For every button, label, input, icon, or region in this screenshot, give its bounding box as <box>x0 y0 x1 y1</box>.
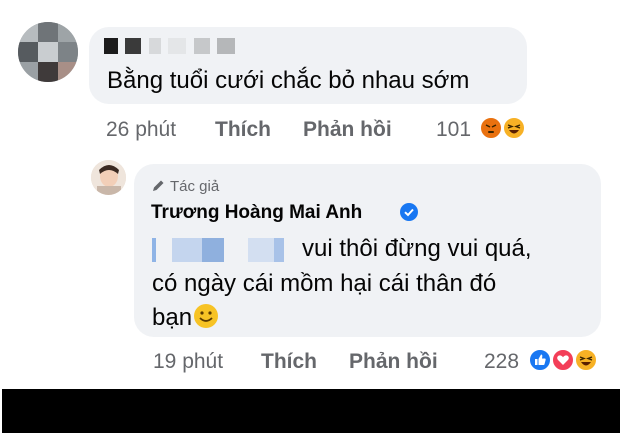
reply-timestamp[interactable]: 19 phút <box>153 350 223 373</box>
author-badge-label: Tác giả <box>170 178 220 195</box>
black-bottom-bar <box>2 389 620 433</box>
redacted-commenter-name[interactable] <box>104 38 238 56</box>
verified-badge-icon <box>400 203 418 221</box>
reply-line-3-text: bạn <box>152 303 193 331</box>
like-reaction-icon[interactable] <box>528 348 552 372</box>
reply-line-1-text: vui thôi đừng vui quá, <box>302 235 532 262</box>
redacted-mention[interactable] <box>152 233 302 267</box>
reply-button[interactable]: Phản hồi <box>303 117 392 143</box>
reply-line-3: bạn <box>152 301 592 339</box>
angry-reaction-icon[interactable] <box>479 116 503 140</box>
reply-reaction-count[interactable]: 228 <box>484 349 519 375</box>
reply-line-2: có ngày cái mồm hại cái thân đó <box>152 269 497 297</box>
reply-reply-button[interactable]: Phản hồi <box>349 349 438 375</box>
haha-reaction-icon[interactable] <box>574 348 598 372</box>
reply-line-1: vui thôi đừng vui quá, <box>152 232 592 267</box>
love-reaction-icon[interactable] <box>551 348 575 372</box>
haha-reaction-icon[interactable] <box>502 116 526 140</box>
reply-like-button[interactable]: Thích <box>261 349 317 375</box>
pencil-icon <box>151 178 166 199</box>
reaction-count[interactable]: 101 <box>436 117 471 143</box>
comment-text: Bằng tuổi cưới chắc bỏ nhau sớm <box>107 67 470 94</box>
author-badge: Tác giả <box>151 177 219 199</box>
commenter-avatar[interactable] <box>18 22 78 82</box>
author-name[interactable]: Trương Hoàng Mai Anh <box>151 201 362 225</box>
author-avatar[interactable] <box>91 160 126 195</box>
comment-timestamp[interactable]: 26 phút <box>106 118 176 141</box>
reply-time[interactable]: 19 phút <box>153 349 223 375</box>
smile-emoji-icon <box>193 303 219 339</box>
reply-text: vui thôi đừng vui quá, có ngày cái mồm h… <box>152 232 592 339</box>
like-button[interactable]: Thích <box>215 117 271 143</box>
comment-time[interactable]: 26 phút <box>106 117 176 143</box>
